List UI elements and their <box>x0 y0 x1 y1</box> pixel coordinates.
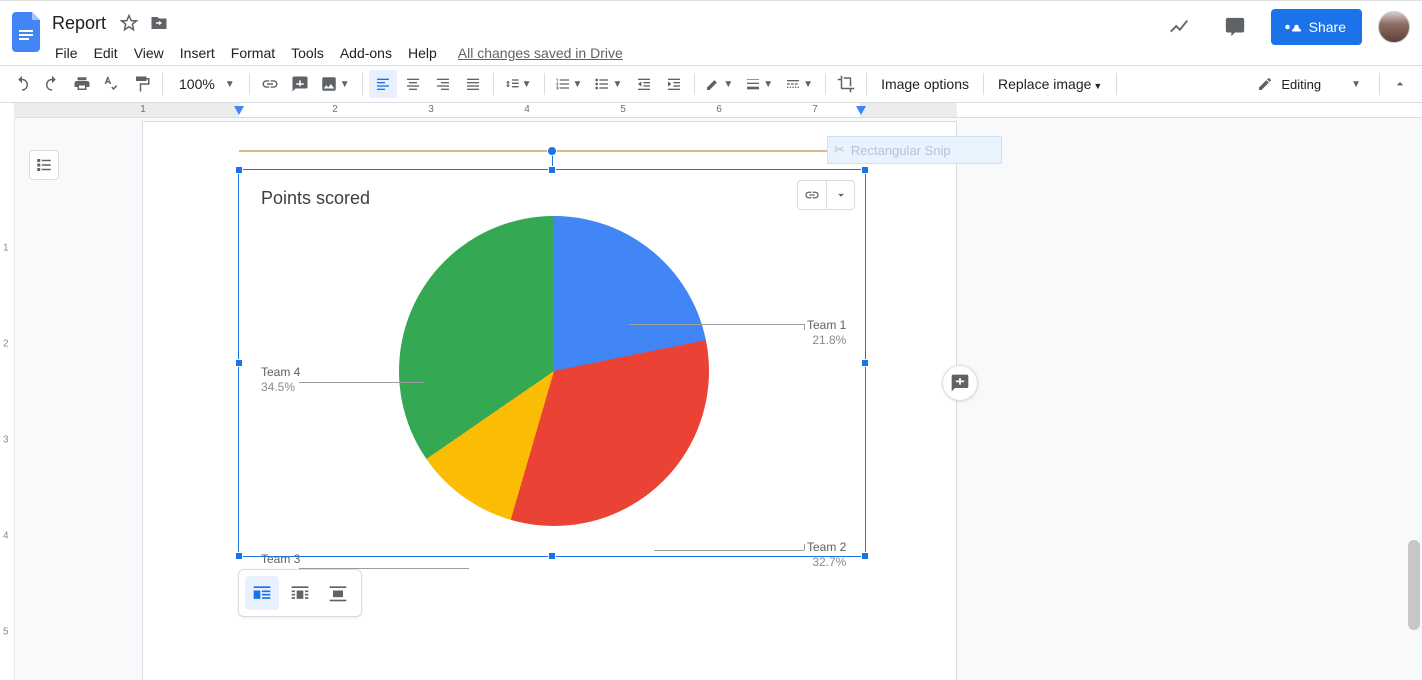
comments-icon[interactable] <box>1215 7 1255 47</box>
bulleted-list-button[interactable]: ▼ <box>590 70 628 98</box>
menu-edit[interactable]: Edit <box>87 41 125 65</box>
resize-handle[interactable] <box>548 552 556 560</box>
collapse-toolbar-button[interactable] <box>1386 70 1414 98</box>
editing-mode-button[interactable]: Editing▼ <box>1247 70 1373 98</box>
menu-format[interactable]: Format <box>224 41 282 65</box>
scrollbar-thumb[interactable] <box>1408 540 1420 630</box>
menu-addons[interactable]: Add-ons <box>333 41 399 65</box>
add-comment-button[interactable] <box>286 70 314 98</box>
resize-handle[interactable] <box>861 359 869 367</box>
menu-help[interactable]: Help <box>401 41 444 65</box>
save-status[interactable]: All changes saved in Drive <box>458 45 623 61</box>
chart-label-team2: Team 2 32.7% <box>807 540 846 570</box>
pie-chart <box>399 216 709 526</box>
activity-icon[interactable] <box>1159 7 1199 47</box>
print-button[interactable] <box>68 70 96 98</box>
move-icon[interactable] <box>148 12 170 34</box>
resize-handle[interactable] <box>235 359 243 367</box>
resize-handle[interactable] <box>861 552 869 560</box>
add-comment-fab[interactable] <box>942 365 978 401</box>
numbered-list-button[interactable]: ▼ <box>551 70 589 98</box>
paint-format-button[interactable] <box>128 70 156 98</box>
border-color-button[interactable]: ▼ <box>701 70 739 98</box>
chart-link-controls <box>797 180 855 210</box>
resize-handle[interactable] <box>235 552 243 560</box>
resize-handle[interactable] <box>548 166 556 174</box>
menu-insert[interactable]: Insert <box>173 41 222 65</box>
replace-image-button[interactable]: Replace image▼ <box>990 76 1110 92</box>
image-options-button[interactable]: Image options <box>873 76 977 92</box>
increase-indent-button[interactable] <box>660 70 688 98</box>
document-title[interactable]: Report <box>48 11 110 36</box>
border-dash-button[interactable]: ▼ <box>781 70 819 98</box>
chart-label-team1: Team 1 21.8% <box>807 318 846 348</box>
right-indent-marker[interactable] <box>855 105 867 117</box>
undo-button[interactable] <box>8 70 36 98</box>
chart-options-icon[interactable] <box>826 181 854 209</box>
app-header: Report File Edit View Insert Format Tool… <box>0 0 1422 65</box>
decrease-indent-button[interactable] <box>630 70 658 98</box>
rotate-handle[interactable] <box>547 146 557 156</box>
border-weight-button[interactable]: ▼ <box>741 70 779 98</box>
account-avatar[interactable] <box>1378 11 1410 43</box>
embedded-chart[interactable]: Points scored Team 1 21.8% Team 2 32.7% … <box>238 169 866 557</box>
vertical-scrollbar[interactable] <box>1408 183 1420 660</box>
resize-handle[interactable] <box>235 166 243 174</box>
menu-file[interactable]: File <box>48 41 85 65</box>
align-center-button[interactable] <box>399 70 427 98</box>
align-left-button[interactable] <box>369 70 397 98</box>
document-outline-button[interactable] <box>29 150 59 180</box>
snip-icon: ✂ <box>834 142 845 158</box>
vertical-ruler[interactable]: 1 2 3 4 5 <box>0 103 15 680</box>
menu-tools[interactable]: Tools <box>284 41 331 65</box>
share-button[interactable]: Share <box>1271 9 1362 45</box>
redo-button[interactable] <box>38 70 66 98</box>
toolbar: 100%▼ ▼ ▼ ▼ ▼ ▼ ▼ ▼ Image options Replac… <box>0 65 1422 103</box>
workspace: 1 2 3 4 5 6 7 1 2 3 4 5 ✂ Rectangular Sn… <box>0 103 1422 680</box>
image-wrap-toolbar <box>238 569 362 617</box>
chart-title: Points scored <box>261 188 370 209</box>
share-label: Share <box>1309 19 1346 35</box>
zoom-select[interactable]: 100%▼ <box>169 76 243 92</box>
menu-bar: File Edit View Insert Format Tools Add-o… <box>48 37 623 65</box>
crop-button[interactable] <box>832 70 860 98</box>
linked-chart-icon[interactable] <box>798 181 826 209</box>
snip-overlay: ✂ Rectangular Snip <box>827 136 1002 164</box>
horizontal-ruler[interactable]: 1 2 3 4 5 6 7 <box>15 103 1422 118</box>
docs-logo-icon[interactable] <box>8 5 48 59</box>
resize-handle[interactable] <box>861 166 869 174</box>
wrap-text-button[interactable] <box>283 576 317 610</box>
align-justify-button[interactable] <box>459 70 487 98</box>
star-icon[interactable] <box>118 12 140 34</box>
chart-label-team4: Team 4 34.5% <box>261 365 300 395</box>
left-indent-marker[interactable] <box>233 105 245 117</box>
insert-image-button[interactable]: ▼ <box>316 70 356 98</box>
spellcheck-button[interactable] <box>98 70 126 98</box>
wrap-break-button[interactable] <box>321 576 355 610</box>
align-right-button[interactable] <box>429 70 457 98</box>
insert-link-button[interactable] <box>256 70 284 98</box>
wrap-inline-button[interactable] <box>245 576 279 610</box>
menu-view[interactable]: View <box>127 41 171 65</box>
line-spacing-button[interactable]: ▼ <box>500 70 538 98</box>
